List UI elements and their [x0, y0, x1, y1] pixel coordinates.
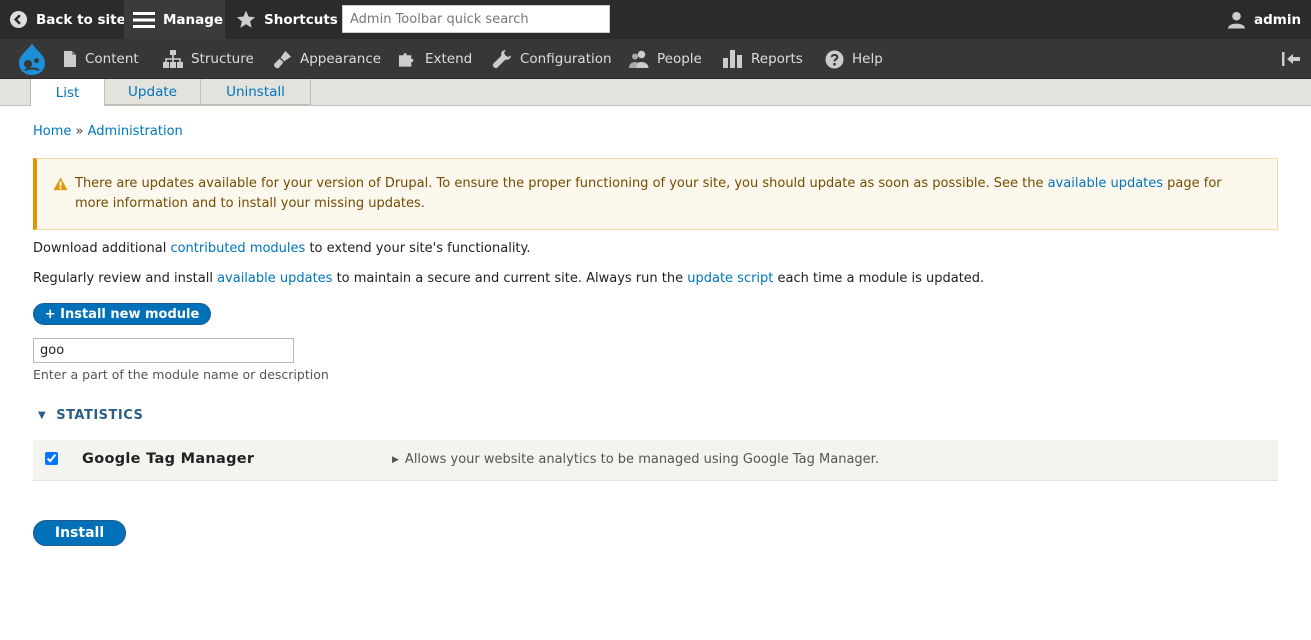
menu-item-configuration[interactable]: Configuration — [492, 39, 612, 79]
triangle-right-icon: ▶ — [392, 455, 399, 465]
breadcrumb-home-link[interactable]: Home — [33, 124, 71, 139]
user-menu[interactable]: admin — [1227, 0, 1301, 39]
contributed-modules-text: Download additional contributed modules … — [33, 241, 531, 256]
admin-toolbar: Back to site Manage Shortcuts admin — [0, 0, 1311, 39]
help-icon — [825, 49, 844, 69]
tab-uninstall[interactable]: Uninstall — [200, 79, 311, 105]
menu-item-reports[interactable]: Reports — [723, 39, 803, 79]
admin-menu-tray: Content Structure Appearance Extend Conf… — [0, 39, 1311, 79]
tab-list[interactable]: List — [30, 79, 105, 106]
menu-item-content[interactable]: Content — [63, 39, 139, 79]
module-description: Allows your website analytics to be mana… — [404, 452, 879, 467]
available-updates-link[interactable]: available updates — [1048, 176, 1163, 191]
drupal-drop-icon — [16, 42, 48, 76]
module-name: Google Tag Manager — [82, 451, 255, 467]
document-icon — [63, 50, 77, 68]
breadcrumb-administration-link[interactable]: Administration — [88, 124, 183, 139]
collapse-arrow-icon — [1281, 51, 1301, 67]
table-row: Google Tag Manager ▶ Allows your website … — [33, 440, 1278, 481]
filter-description: Enter a part of the module name or descr… — [33, 367, 329, 382]
wrench-icon — [492, 49, 512, 69]
paintbrush-icon — [273, 50, 292, 69]
puzzle-icon — [398, 50, 417, 68]
module-checkbox-google-tag-manager[interactable] — [45, 452, 58, 465]
contributed-modules-link[interactable]: contributed modules — [170, 241, 305, 256]
package-toggle-statistics[interactable]: ▼ STATISTICS — [38, 408, 143, 423]
warning-triangle-icon — [53, 177, 68, 191]
available-updates-link-2[interactable]: available updates — [217, 271, 332, 286]
tab-update[interactable]: Update — [104, 79, 201, 105]
package-name: STATISTICS — [56, 408, 144, 423]
manage-tab[interactable]: Manage — [124, 0, 225, 39]
people-icon — [629, 50, 649, 69]
updates-info-text: Regularly review and install available u… — [33, 271, 985, 286]
sitemap-icon — [163, 50, 183, 68]
local-tasks-tabs: List Update Uninstall — [0, 79, 1311, 106]
admin-toolbar-search-input[interactable] — [342, 5, 610, 33]
back-to-site-link[interactable]: Back to site — [9, 0, 126, 39]
menu-item-structure[interactable]: Structure — [163, 39, 254, 79]
breadcrumb: Home » Administration — [33, 124, 183, 139]
install-new-module-button[interactable]: + Install new module — [33, 303, 211, 325]
menu-item-appearance[interactable]: Appearance — [273, 39, 381, 79]
menu-item-help[interactable]: Help — [825, 39, 883, 79]
collapse-tray-toggle[interactable] — [1281, 39, 1301, 79]
shortcuts-tab[interactable]: Shortcuts — [236, 0, 338, 39]
breadcrumb-separator: » — [75, 124, 84, 139]
warning-text: There are updates available for your ver… — [75, 176, 1222, 211]
drupal-logo-link[interactable] — [16, 39, 48, 79]
triangle-down-icon: ▼ — [38, 410, 47, 421]
menu-item-people[interactable]: People — [629, 39, 702, 79]
user-icon — [1227, 10, 1246, 30]
star-icon — [236, 10, 256, 29]
hamburger-icon — [133, 11, 155, 29]
back-arrow-icon — [9, 10, 28, 29]
update-script-link[interactable]: update script — [687, 271, 773, 286]
module-filter-input[interactable] — [33, 338, 294, 363]
bar-chart-icon — [723, 50, 743, 68]
module-description-toggle[interactable]: ▶ Allows your website analytics to be man… — [392, 452, 879, 467]
warning-message: There are updates available for your ver… — [33, 158, 1278, 230]
menu-item-extend[interactable]: Extend — [398, 39, 472, 79]
install-button[interactable]: Install — [33, 520, 126, 546]
